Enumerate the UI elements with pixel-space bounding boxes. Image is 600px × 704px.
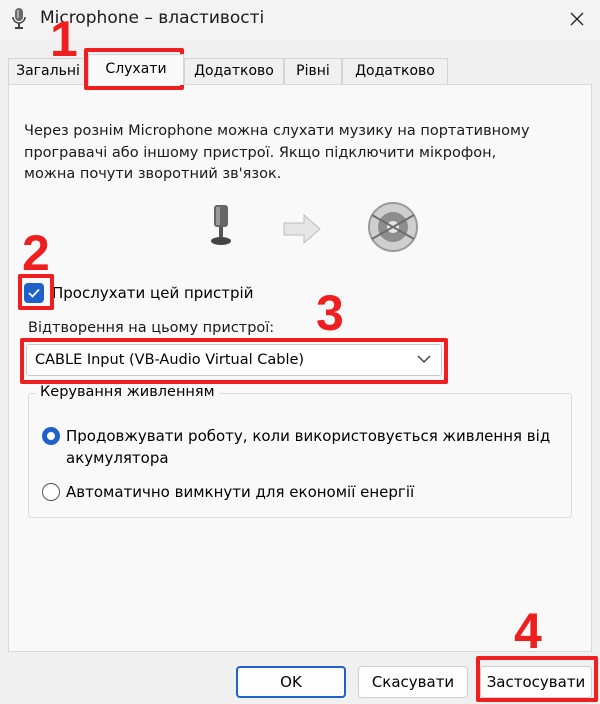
annotation-number-2: 2	[22, 225, 50, 281]
annotation-number-4: 4	[514, 603, 542, 659]
tab-advanced-2[interactable]: Додатково	[342, 58, 448, 84]
power-option-auto-off[interactable]: Автоматично вимкнути для економії енергі…	[42, 481, 552, 503]
listen-description: Через рознім Microphone можна слухати му…	[24, 123, 530, 182]
speaker-icon	[368, 202, 418, 252]
checkmark-icon	[28, 288, 40, 298]
playback-device-value: CABLE Input (VB-Audio Virtual Cable)	[35, 352, 305, 368]
power-option-continue[interactable]: Продовжувати роботу, коли використовуєть…	[42, 425, 552, 469]
microphone-icon	[211, 205, 231, 245]
close-icon	[570, 12, 584, 26]
cancel-button[interactable]: Скасувати	[358, 666, 468, 698]
power-option-continue-radio[interactable]	[42, 427, 60, 445]
title-bar: Microphone – властивості	[0, 0, 600, 40]
tab-advanced-1[interactable]: Додатково	[184, 58, 284, 84]
annotation-number-3: 3	[316, 285, 344, 341]
listen-checkbox-row[interactable]: Прослухати цей пристрій	[24, 281, 253, 305]
power-management-title: Керування живленням	[36, 384, 219, 400]
playback-device-dropdown[interactable]: CABLE Input (VB-Audio Virtual Cable)	[26, 344, 442, 376]
annotation-number-1: 1	[50, 11, 78, 67]
tab-listen[interactable]: Слухати	[88, 54, 184, 85]
tab-strip: Загальні Слухати Додатково Рівні Додатко…	[0, 54, 600, 85]
arrow-right-icon	[283, 213, 321, 245]
ok-button[interactable]: OK	[236, 666, 346, 698]
close-button[interactable]	[554, 0, 600, 38]
playback-device-label: Відтворення на цьому пристрої:	[28, 320, 275, 336]
power-option-auto-off-label: Автоматично вимкнути для економії енергі…	[66, 483, 415, 501]
tab-levels[interactable]: Рівні	[284, 58, 342, 84]
listen-checkbox[interactable]	[24, 283, 44, 303]
listen-illustration	[211, 202, 418, 252]
power-option-auto-off-radio[interactable]	[42, 483, 60, 501]
power-option-continue-label: Продовжувати роботу, коли використовуєть…	[66, 427, 551, 467]
apply-button[interactable]: Застосувати	[480, 666, 592, 698]
microphone-icon	[12, 8, 26, 29]
chevron-down-icon	[417, 355, 431, 363]
listen-checkbox-label: Прослухати цей пристрій	[52, 284, 254, 302]
